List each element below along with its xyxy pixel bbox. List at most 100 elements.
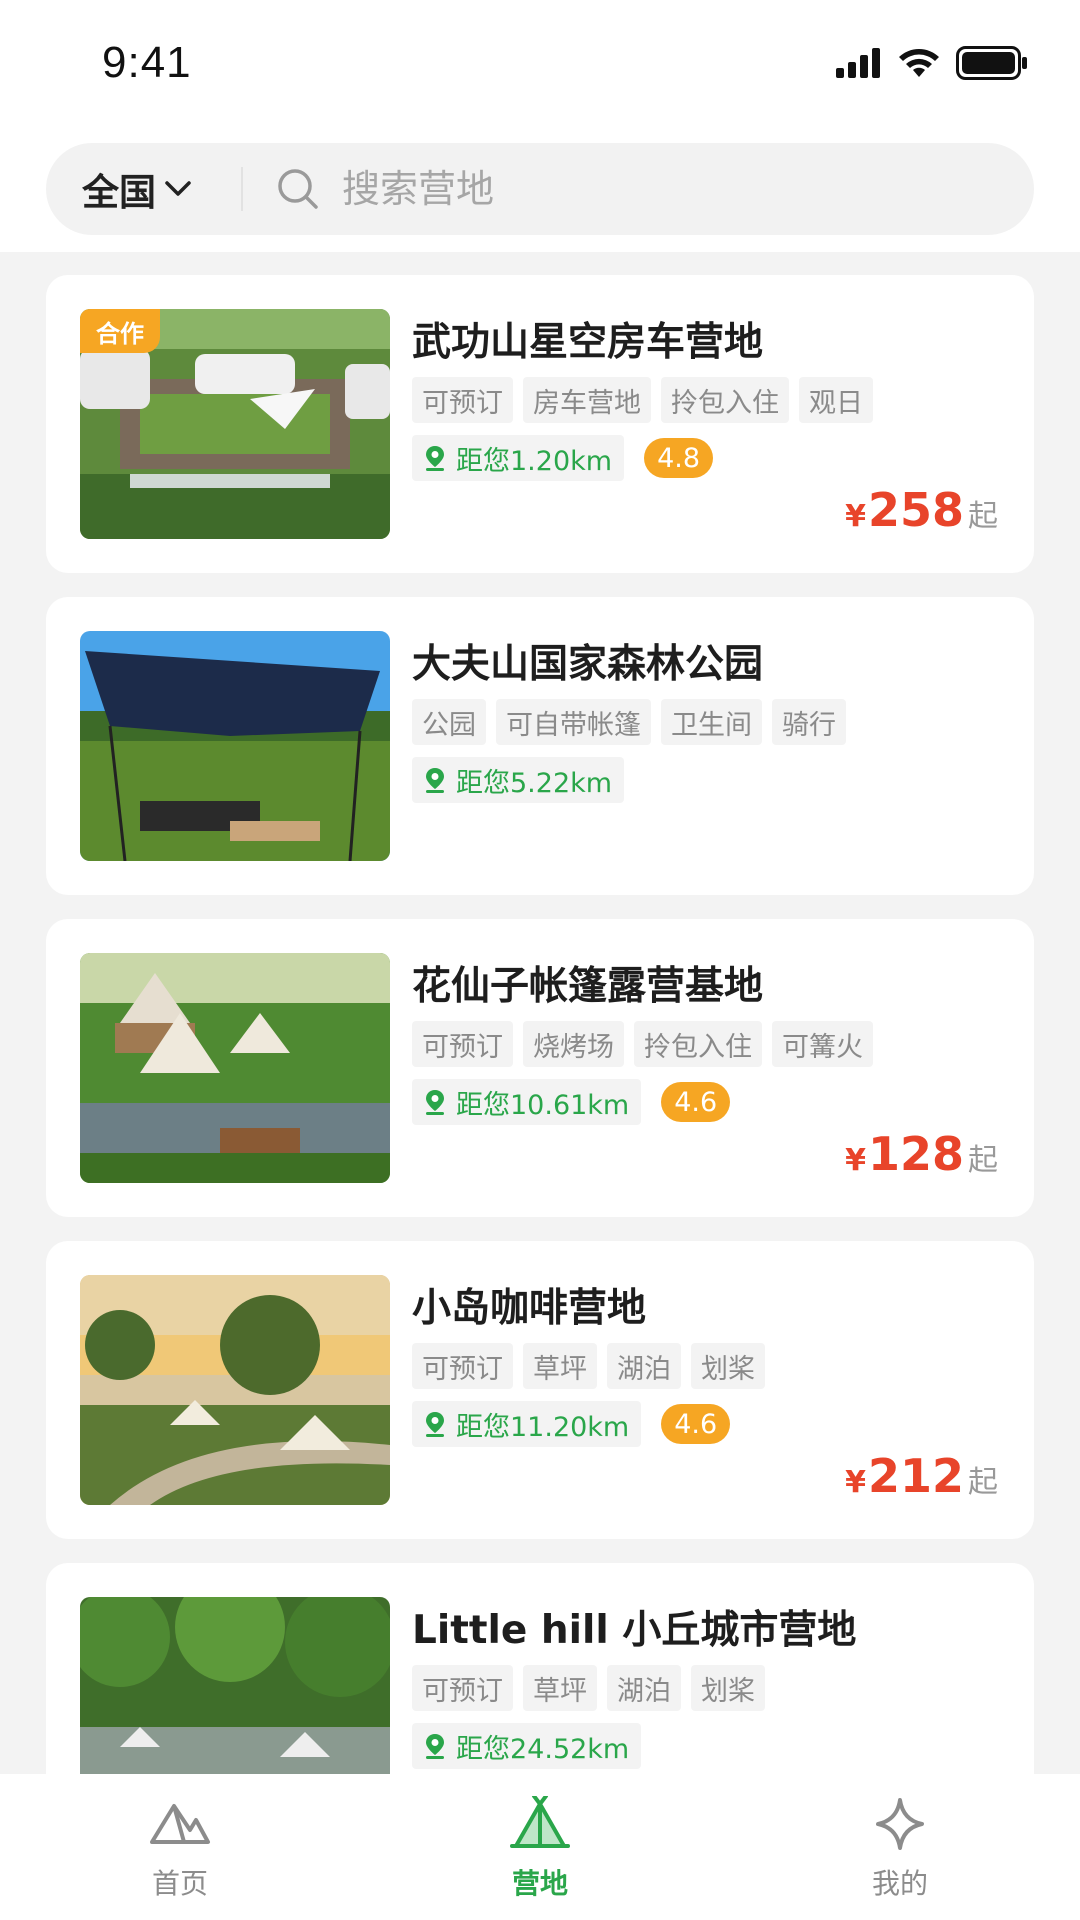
tag: 可自带帐篷 — [496, 699, 651, 745]
rating-badge: 4.6 — [661, 1404, 731, 1444]
header: 全国 — [0, 125, 1080, 252]
distance-badge: 距您10.61km — [412, 1079, 642, 1125]
tag: 划桨 — [691, 1343, 765, 1389]
location-pin-icon — [426, 1412, 444, 1437]
price-value: 212 — [867, 1449, 964, 1503]
location-pin-icon — [426, 1090, 444, 1115]
tab-label: 首页 — [151, 1867, 208, 1900]
tag: 可预订 — [412, 1665, 513, 1711]
tab-bar: 首页 营地 我的 — [0, 1774, 1080, 1920]
tent-icon — [510, 1796, 570, 1848]
search-icon — [278, 169, 318, 209]
distance-badge: 距您11.20km — [412, 1401, 642, 1447]
location-pin-icon — [426, 768, 444, 793]
tag-list: 可预订 草坪 湖泊 划桨 — [412, 1665, 765, 1711]
tag: 可预订 — [412, 377, 513, 423]
camp-meta: 距您24.52km — [412, 1723, 642, 1769]
location-pin-icon — [426, 446, 444, 471]
cellular-signal-icon — [836, 48, 880, 78]
camp-title: Little hill 小丘城市营地 — [412, 1608, 857, 1653]
camp-photo — [80, 1275, 390, 1505]
distance-text: 距您1.20km — [456, 445, 613, 477]
tag: 拎包入住 — [634, 1021, 762, 1067]
rating-badge: 4.8 — [644, 438, 714, 478]
tab-label: 我的 — [871, 1867, 928, 1900]
tag: 可预订 — [412, 1343, 513, 1389]
tab-home[interactable]: 首页 — [0, 1774, 360, 1920]
price-value: 258 — [867, 483, 964, 537]
price-currency: ¥ — [845, 1465, 866, 1500]
tag: 骑行 — [772, 699, 846, 745]
search-input[interactable] — [342, 143, 982, 235]
camp-card[interactable]: 大夫山国家森林公园 公园 可自带帐篷 卫生间 骑行 距您5.22km — [46, 597, 1034, 895]
tag: 划桨 — [691, 1665, 765, 1711]
distance-text: 距您5.22km — [456, 767, 613, 799]
camp-card[interactable]: 小岛咖啡营地 可预订 草坪 湖泊 划桨 距您11.20km 4.6 ¥ 212 … — [46, 1241, 1034, 1539]
tag: 房车营地 — [523, 377, 651, 423]
tag: 湖泊 — [607, 1343, 681, 1389]
camp-list: 合作 武功山星空房车营地 可预订 房车营地 拎包入住 观日 距您1.20km 4… — [46, 275, 1034, 1775]
camp-card[interactable]: Little hill 小丘城市营地 可预订 草坪 湖泊 划桨 距您24.52k… — [46, 1563, 1034, 1775]
price: ¥ 128 起 — [845, 1127, 998, 1181]
price-suffix: 起 — [968, 1465, 998, 1500]
battery-icon — [956, 46, 1027, 80]
divider — [241, 167, 243, 211]
price: ¥ 212 起 — [845, 1449, 998, 1503]
camp-title: 大夫山国家森林公园 — [412, 642, 764, 687]
tag: 可预订 — [412, 1021, 513, 1067]
tab-camps[interactable]: 营地 — [360, 1774, 720, 1920]
distance-text: 距您24.52km — [456, 1733, 630, 1765]
status-time: 9:41 — [102, 38, 192, 87]
camp-photo — [80, 1597, 390, 1775]
tab-mine[interactable]: 我的 — [720, 1774, 1080, 1920]
camp-photo — [80, 953, 390, 1183]
tag-list: 可预订 草坪 湖泊 划桨 — [412, 1343, 765, 1389]
camp-title: 小岛咖啡营地 — [412, 1286, 647, 1331]
region-label: 全国 — [82, 171, 156, 214]
price-value: 128 — [867, 1127, 964, 1181]
camp-meta: 距您1.20km 4.8 — [412, 435, 714, 481]
tag: 草坪 — [523, 1665, 597, 1711]
tab-label: 营地 — [511, 1867, 568, 1900]
tag: 观日 — [799, 377, 873, 423]
search-bar: 全国 — [46, 143, 1034, 235]
camp-meta: 距您10.61km 4.6 — [412, 1079, 731, 1125]
camp-photo: 合作 — [80, 309, 390, 539]
tag: 烧烤场 — [523, 1021, 624, 1067]
camp-photo — [80, 631, 390, 861]
price-currency: ¥ — [845, 1143, 866, 1178]
tag-list: 可预订 房车营地 拎包入住 观日 — [412, 377, 873, 423]
tag-list: 可预订 烧烤场 拎包入住 可篝火 — [412, 1021, 873, 1067]
status-bar: 9:41 — [0, 0, 1080, 125]
price-currency: ¥ — [845, 499, 866, 534]
price-suffix: 起 — [968, 499, 998, 534]
region-selector[interactable]: 全国 — [82, 143, 192, 235]
rating-badge: 4.6 — [661, 1082, 731, 1122]
distance-badge: 距您24.52km — [412, 1723, 642, 1769]
distance-badge: 距您1.20km — [412, 435, 625, 481]
camp-title: 花仙子帐篷露营基地 — [412, 964, 764, 1009]
tag: 公园 — [412, 699, 486, 745]
tag: 可篝火 — [772, 1021, 873, 1067]
tag: 草坪 — [523, 1343, 597, 1389]
camp-title: 武功山星空房车营地 — [412, 320, 764, 365]
camp-meta: 距您5.22km — [412, 757, 625, 803]
wifi-icon — [899, 49, 939, 77]
tag: 卫生间 — [661, 699, 762, 745]
distance-text: 距您11.20km — [456, 1411, 630, 1443]
camp-card[interactable]: 花仙子帐篷露营基地 可预订 烧烤场 拎包入住 可篝火 距您10.61km 4.6… — [46, 919, 1034, 1217]
tag: 拎包入住 — [661, 377, 789, 423]
status-icons — [836, 44, 1028, 82]
tag: 湖泊 — [607, 1665, 681, 1711]
partner-badge: 合作 — [80, 309, 160, 353]
sparkle-icon — [876, 1798, 924, 1850]
camp-card[interactable]: 合作 武功山星空房车营地 可预订 房车营地 拎包入住 观日 距您1.20km 4… — [46, 275, 1034, 573]
price-suffix: 起 — [968, 1143, 998, 1178]
mountain-icon — [150, 1804, 210, 1844]
chevron-down-icon — [165, 181, 191, 196]
price: ¥ 258 起 — [845, 483, 998, 537]
camp-meta: 距您11.20km 4.6 — [412, 1401, 731, 1447]
distance-badge: 距您5.22km — [412, 757, 625, 803]
location-pin-icon — [426, 1734, 444, 1759]
distance-text: 距您10.61km — [456, 1089, 630, 1121]
